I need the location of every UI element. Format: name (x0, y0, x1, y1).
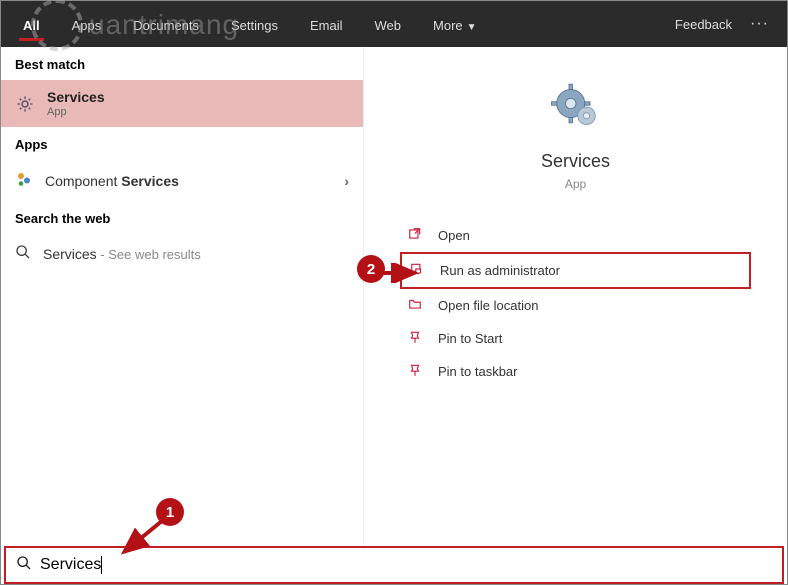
content: Best match Services App Apps Component S… (1, 47, 787, 545)
services-gear-icon (15, 94, 35, 114)
chevron-down-icon: ▼ (467, 22, 477, 33)
web-item-label: Services - See web results (43, 246, 201, 262)
text-cursor-icon (101, 556, 102, 574)
right-panel: Services App Open Run as administrator O… (363, 47, 787, 545)
search-text[interactable]: Services (40, 556, 102, 574)
top-right: Feedback ··· (675, 15, 779, 33)
action-run-admin-label: Run as administrator (440, 263, 560, 278)
app-preview-title: Services (364, 135, 787, 172)
pin-icon (406, 330, 424, 347)
tab-all[interactable]: All (9, 8, 54, 41)
more-ellipsis-icon[interactable]: ··· (750, 15, 769, 33)
action-pin-to-start[interactable]: Pin to Start (400, 322, 751, 355)
tab-email[interactable]: Email (296, 8, 357, 41)
app-preview-icon (364, 47, 787, 135)
web-item-services[interactable]: Services - See web results (1, 234, 363, 273)
action-pin-taskbar-label: Pin to taskbar (438, 364, 518, 379)
app-preview-sub: App (364, 177, 787, 191)
best-match-item[interactable]: Services App (1, 80, 363, 127)
open-icon (406, 227, 424, 244)
action-open-label: Open (438, 228, 470, 243)
action-open-file-location[interactable]: Open file location (400, 289, 751, 322)
top-bar: All Apps Documents Settings Email Web Mo… (1, 1, 787, 47)
action-run-as-administrator[interactable]: Run as administrator (400, 252, 751, 289)
tab-web[interactable]: Web (361, 8, 416, 41)
action-pin-to-taskbar[interactable]: Pin to taskbar (400, 355, 751, 388)
action-open[interactable]: Open (400, 219, 751, 252)
tab-settings[interactable]: Settings (217, 8, 292, 41)
feedback-link[interactable]: Feedback (675, 17, 732, 32)
pin-icon (406, 363, 424, 380)
tab-more[interactable]: More▼ (419, 8, 491, 41)
best-match-title: Services (47, 89, 105, 105)
apps-item-label: Component Services (45, 173, 179, 189)
arrow-two-icon (381, 263, 421, 283)
top-tabs: All Apps Documents Settings Email Web Mo… (9, 8, 491, 41)
action-pin-start-label: Pin to Start (438, 331, 502, 346)
tab-apps[interactable]: Apps (58, 8, 116, 41)
callout-one: 1 (156, 498, 184, 526)
apps-section-header: Apps (1, 127, 363, 160)
component-services-icon (15, 170, 33, 191)
tab-documents[interactable]: Documents (119, 8, 213, 41)
best-match-header: Best match (1, 47, 363, 80)
chevron-right-icon: › (344, 173, 349, 189)
folder-icon (406, 297, 424, 314)
left-panel: Best match Services App Apps Component S… (1, 47, 363, 545)
search-icon (15, 244, 31, 263)
best-match-sub: App (47, 106, 105, 118)
search-icon (16, 555, 32, 576)
action-list: Open Run as administrator Open file loca… (364, 219, 787, 388)
apps-item-component-services[interactable]: Component Services › (1, 160, 363, 201)
best-match-text: Services App (47, 89, 105, 118)
web-section-header: Search the web (1, 201, 363, 234)
callout-two: 2 (357, 255, 385, 283)
action-file-location-label: Open file location (438, 298, 538, 313)
